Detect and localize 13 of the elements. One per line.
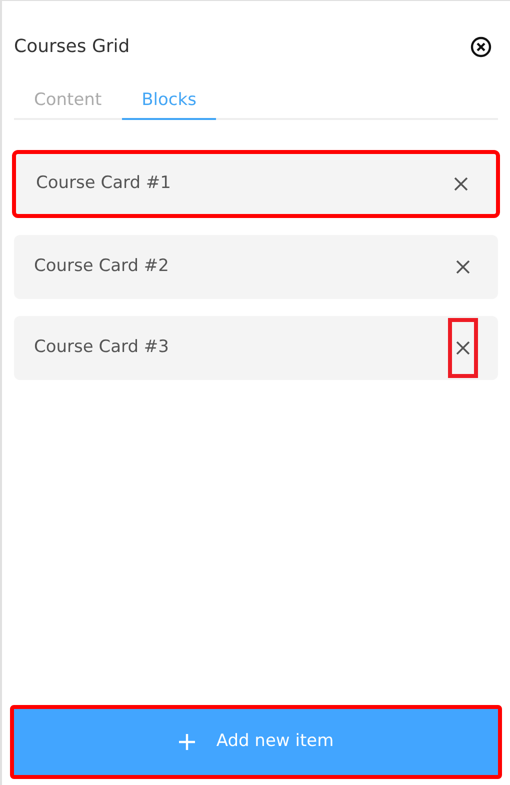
plus-icon: [178, 733, 196, 751]
close-icon: [453, 176, 469, 192]
remove-button[interactable]: [448, 318, 478, 378]
block-item[interactable]: Course Card #3: [14, 316, 498, 380]
close-icon[interactable]: [470, 36, 492, 58]
block-item[interactable]: Course Card #2: [14, 234, 498, 298]
item-label: Course Card #1: [36, 172, 171, 195]
close-icon: [455, 258, 471, 274]
close-icon: [455, 340, 471, 356]
item-label: Course Card #2: [34, 254, 169, 278]
item-label: Course Card #3: [34, 336, 169, 359]
block-item[interactable]: Course Card #1: [12, 150, 500, 218]
panel-title: Courses Grid: [14, 35, 130, 59]
